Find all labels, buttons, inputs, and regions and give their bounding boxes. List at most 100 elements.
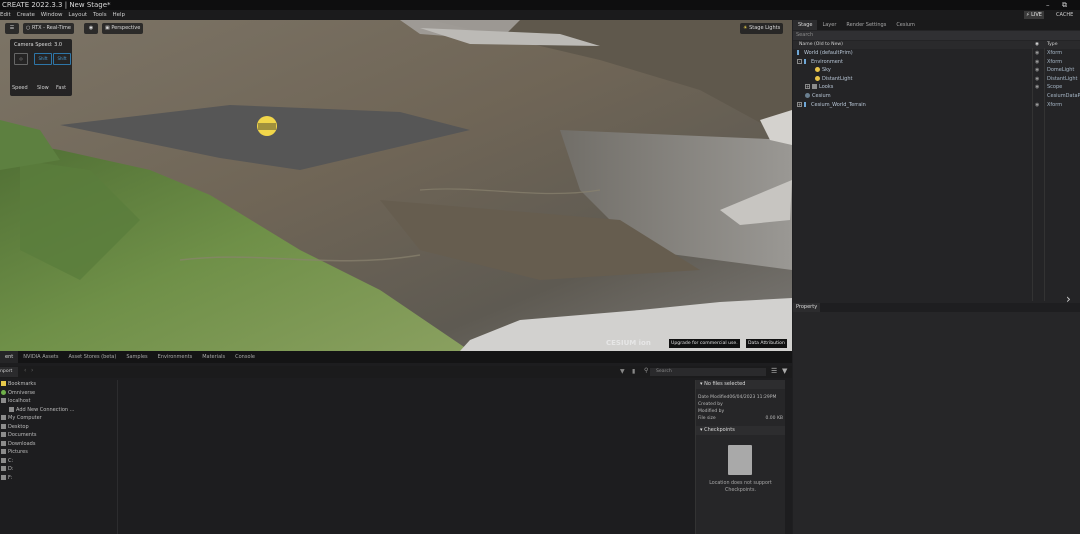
tree-item-drive-f[interactable]: F:	[0, 474, 117, 483]
cesium-ion-logo: CESIUM ion	[606, 339, 651, 347]
stage-row-sky[interactable]: Sky ◉ DomeLight	[793, 66, 1080, 75]
eye-icon[interactable]: ◉	[1035, 49, 1039, 58]
stage-panel: Stage Layer Render Settings Cesium Search N…	[793, 20, 1080, 306]
eye-icon: ◉	[88, 25, 94, 31]
menu-tools[interactable]: Tools	[93, 10, 107, 20]
upgrade-button[interactable]: Upgrade for commercial use.	[669, 339, 740, 348]
checkpoints-header[interactable]: ▾ Checkpoints	[696, 426, 785, 435]
search-icon: ⚲	[644, 367, 649, 374]
stage-row-distantlight[interactable]: DistantLight ◉ DistantLight	[793, 75, 1080, 84]
expand-icon[interactable]: +	[797, 101, 802, 107]
type-column-header[interactable]: Type	[1047, 41, 1058, 49]
tab-materials[interactable]: Materials	[197, 351, 230, 363]
tree-item-my-computer[interactable]: My Computer	[0, 414, 117, 423]
tree-item-bookmarks[interactable]: Bookmarks	[0, 380, 117, 389]
tree-item-omniverse[interactable]: Omniverse	[0, 389, 117, 398]
stage-lights-label: Stage Lights	[749, 25, 781, 31]
stage-row-world[interactable]: World (defaultPrim) ◉ Xform	[793, 49, 1080, 58]
created-by-row: Created by	[698, 402, 723, 407]
camera-button[interactable]: ▣ Perspective	[102, 23, 144, 34]
tree-item-add-connection[interactable]: Add New Connection ...	[0, 406, 117, 415]
drive-icon	[1, 466, 6, 471]
list-view-icon[interactable]: ☰	[771, 367, 777, 375]
stage-search-input[interactable]: Search	[793, 31, 1080, 40]
document-icon	[728, 445, 752, 475]
tree-item-downloads[interactable]: Downloads	[0, 440, 117, 449]
eye-icon[interactable]: ◉	[1035, 75, 1039, 84]
eye-icon[interactable]: ◉	[1035, 101, 1039, 110]
menu-layout[interactable]: Layout	[68, 10, 87, 20]
folder-icon	[1, 423, 6, 429]
plus-icon	[9, 406, 14, 412]
filter-icon[interactable]: ▼	[620, 368, 625, 375]
stage-row-cesium-world-terrain[interactable]: + Cesium_World_Terrain ◉ Xform	[793, 101, 1080, 110]
minimize-button[interactable]: –	[1046, 0, 1050, 10]
tab-environments[interactable]: Environments	[153, 351, 198, 363]
tab-console[interactable]: Console	[230, 351, 260, 363]
forward-icon[interactable]: ›	[31, 367, 33, 374]
tree-item-pictures[interactable]: Pictures	[0, 448, 117, 457]
visibility-button[interactable]: ◉	[84, 23, 98, 34]
column-divider	[1032, 48, 1033, 301]
bulb-icon: ○	[26, 25, 31, 31]
camera-icon: ▣	[105, 25, 110, 31]
render-mode-button[interactable]: ○ RTX - Real-Time	[23, 23, 74, 34]
no-files-header[interactable]: ▾ No files selected	[696, 380, 785, 389]
computer-icon	[1, 415, 6, 420]
tab-samples[interactable]: Samples	[121, 351, 152, 363]
xform-icon	[804, 101, 809, 107]
tree-item-desktop[interactable]: Desktop	[0, 423, 117, 432]
stage-lights-button[interactable]: ☀ Stage Lights	[740, 23, 784, 34]
viewport[interactable]: ☰ ○ RTX - Real-Time ◉ ▣ Perspective ☀ St…	[0, 20, 792, 351]
tree-item-documents[interactable]: Documents	[0, 431, 117, 440]
camera-speed-label: Camera Speed: 3.0	[14, 42, 63, 48]
cesium-prim-icon	[805, 92, 810, 98]
fast-key-button[interactable]: Shift	[53, 53, 71, 65]
back-icon[interactable]: ‹	[24, 367, 26, 374]
tree-item-localhost[interactable]: localhost	[0, 397, 117, 406]
speed-label: Speed	[12, 85, 28, 91]
menu-window[interactable]: Window	[41, 10, 63, 20]
eye-icon[interactable]: ◉	[1035, 58, 1039, 67]
eye-icon[interactable]: ◉	[1035, 83, 1039, 92]
bookmark-icon[interactable]: ▮	[632, 368, 635, 375]
name-column-header[interactable]: Name (Old to New)	[799, 41, 843, 49]
slow-key-button[interactable]: Shift	[34, 53, 52, 65]
menu-edit[interactable]: Edit	[0, 10, 11, 20]
import-button[interactable]: nport	[0, 367, 18, 377]
checkpoint-note: Location does not support Checkpoints.	[709, 481, 772, 493]
folder-icon	[812, 84, 817, 90]
live-sync-button[interactable]: ⚡ LIVE	[1024, 11, 1044, 19]
xform-icon	[797, 50, 802, 55]
content-browser: ent NVIDIA Assets Asset Stores (beta) Sampl…	[0, 351, 792, 534]
restore-button[interactable]: ⧉	[1062, 0, 1067, 10]
stage-tabs: Stage Layer Render Settings Cesium	[793, 20, 1080, 30]
menu-create[interactable]: Create	[17, 10, 35, 20]
eye-icon[interactable]: ◉	[1035, 66, 1039, 75]
funnel-icon[interactable]: ▼	[782, 367, 787, 375]
stage-row-environment[interactable]: - Environment ◉ Xform	[793, 58, 1080, 67]
tree-item-drive-c[interactable]: C:	[0, 457, 117, 466]
folder-icon	[1, 449, 6, 454]
tab-layer[interactable]: Layer	[817, 20, 841, 30]
server-icon	[1, 398, 6, 403]
viewport-settings-button[interactable]: ☰	[5, 23, 19, 34]
menu-help[interactable]: Help	[113, 10, 126, 20]
tab-render-settings[interactable]: Render Settings	[841, 20, 891, 30]
tree-item-drive-d[interactable]: D:	[0, 465, 117, 474]
tab-property[interactable]: Property	[793, 303, 821, 312]
cache-button[interactable]: CACHE	[1054, 11, 1075, 19]
collapse-icon[interactable]: -	[797, 58, 802, 64]
data-attribution-button[interactable]: Data Attribution	[746, 339, 787, 348]
tab-asset-stores[interactable]: Asset Stores (beta)	[63, 351, 121, 363]
content-search-input[interactable]: Search	[650, 368, 766, 376]
tab-cesium[interactable]: Cesium	[891, 20, 920, 30]
tab-nvidia-assets[interactable]: NVIDIA Assets	[18, 351, 63, 363]
stage-row-looks[interactable]: + Looks ◉ Scope	[793, 83, 1080, 92]
stage-row-cesium[interactable]: Cesium CesiumDataP	[793, 92, 1080, 101]
expand-icon[interactable]: +	[805, 84, 810, 90]
tab-stage[interactable]: Stage	[793, 20, 818, 30]
tab-content[interactable]: ent	[0, 351, 19, 363]
slow-label: Slow	[37, 85, 49, 91]
terrain-scene[interactable]	[0, 20, 792, 351]
